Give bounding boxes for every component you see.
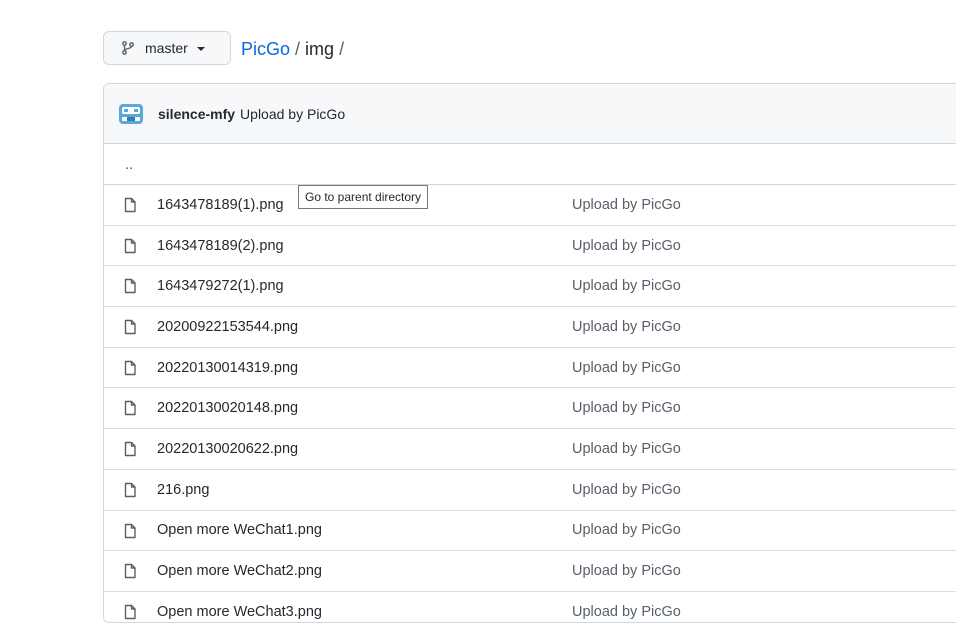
file-commit-message-link[interactable]: Upload by PicGo [572, 441, 681, 457]
file-row[interactable]: Open more WeChat1.png Upload by PicGo [104, 511, 956, 552]
file-row[interactable]: 20220130020622.png Upload by PicGo [104, 429, 956, 470]
file-icon [122, 441, 138, 457]
file-commit-message-link[interactable]: Upload by PicGo [572, 197, 681, 213]
file-name-link[interactable]: 1643478189(2).png [157, 238, 284, 254]
file-icon [122, 278, 138, 294]
file-row[interactable]: 20200922153544.png Upload by PicGo [104, 307, 956, 348]
avatar[interactable] [118, 101, 144, 127]
file-row[interactable]: 1643478189(1).png Upload by PicGo [104, 185, 956, 226]
file-commit-message-link[interactable]: Upload by PicGo [572, 278, 681, 294]
caret-down-icon [196, 47, 205, 51]
file-commit-message-link[interactable]: Upload by PicGo [572, 604, 681, 620]
file-row[interactable]: 1643478189(2).png Upload by PicGo [104, 226, 956, 267]
file-name-link[interactable]: 20220130020148.png [157, 400, 298, 416]
file-name-link[interactable]: 1643479272(1).png [157, 278, 284, 294]
breadcrumb-current-folder: img [305, 39, 335, 59]
file-row[interactable]: 1643479272(1).png Upload by PicGo [104, 266, 956, 308]
file-commit-message-link[interactable]: Upload by PicGo [572, 319, 681, 335]
file-icon [122, 523, 138, 539]
file-name-link[interactable]: Open more WeChat3.png [157, 604, 322, 620]
parent-directory-tooltip: Go to parent directory [298, 185, 429, 209]
file-row[interactable]: Open more WeChat3.png Upload by PicGo [104, 592, 956, 622]
file-name-link[interactable]: 20200922153544.png [157, 319, 298, 335]
file-icon [122, 319, 138, 335]
file-name-link[interactable]: 216.png [157, 482, 209, 498]
file-row[interactable]: 20220130014319.png Upload by PicGo [104, 348, 956, 389]
git-branch-icon [120, 40, 136, 56]
file-icon [122, 563, 138, 579]
file-name-link[interactable]: Open more WeChat2.png [157, 563, 322, 579]
file-row[interactable]: 216.png Upload by PicGo [104, 470, 956, 511]
file-row[interactable]: Open more WeChat2.png Upload by PicGo [104, 551, 956, 592]
file-icon [122, 400, 138, 416]
parent-directory-row[interactable]: .. [104, 144, 956, 185]
branch-select-button[interactable]: master [103, 31, 231, 65]
file-commit-message-link[interactable]: Upload by PicGo [572, 522, 681, 538]
file-commit-message-link[interactable]: Upload by PicGo [572, 238, 681, 254]
breadcrumb: PicGo / img / [241, 37, 349, 61]
file-commit-message-link[interactable]: Upload by PicGo [572, 360, 681, 376]
breadcrumb-separator: / [339, 39, 345, 59]
file-name-link[interactable]: 20220130014319.png [157, 360, 298, 376]
file-commit-message-link[interactable]: Upload by PicGo [572, 400, 681, 416]
breadcrumb-separator: / [295, 39, 301, 59]
file-icon [122, 360, 138, 376]
file-row[interactable]: 20220130020148.png Upload by PicGo [104, 388, 956, 430]
file-name-link[interactable]: 1643478189(1).png [157, 197, 284, 213]
commit-message-link[interactable]: Upload by PicGo [240, 106, 345, 122]
branch-name: master [145, 40, 188, 56]
file-commit-message-link[interactable]: Upload by PicGo [572, 563, 681, 579]
file-name-link[interactable]: Open more WeChat1.png [157, 522, 322, 538]
file-list: silence-mfy Upload by PicGo .. 164347818… [103, 83, 956, 623]
file-name-link[interactable]: 20220130020622.png [157, 441, 298, 457]
file-commit-message-link[interactable]: Upload by PicGo [572, 482, 681, 498]
file-icon [122, 482, 138, 498]
parent-directory-link[interactable]: .. [125, 156, 133, 173]
file-icon [122, 238, 138, 254]
file-icon [122, 197, 138, 213]
breadcrumb-repo-link[interactable]: PicGo [241, 39, 290, 59]
commit-author-link[interactable]: silence-mfy [158, 106, 235, 122]
latest-commit-header: silence-mfy Upload by PicGo [104, 84, 956, 144]
file-icon [122, 604, 138, 620]
